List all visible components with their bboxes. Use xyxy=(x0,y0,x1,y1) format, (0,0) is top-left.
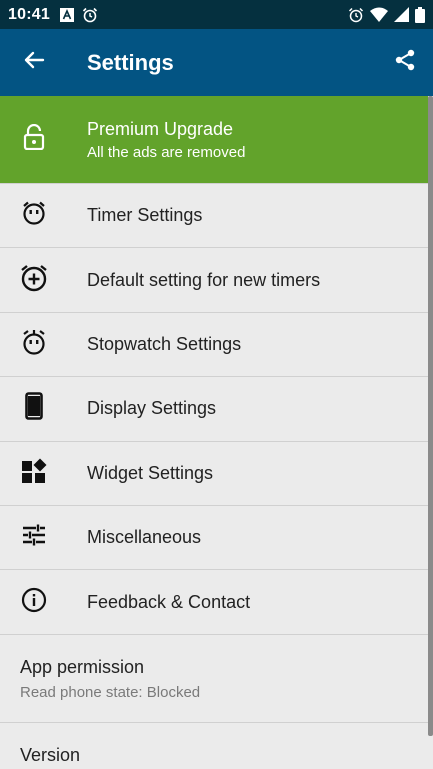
a-box-icon xyxy=(59,7,74,22)
menu-item-stopwatch-settings[interactable]: Stopwatch Settings xyxy=(0,311,428,376)
menu-item-label: Display Settings xyxy=(87,398,217,419)
permission-title: App permission xyxy=(20,656,145,677)
page-title: Settings xyxy=(87,49,174,75)
version-title: Version xyxy=(20,744,81,765)
widgets-icon xyxy=(21,458,47,489)
menu-item-label: Feedback & Contact xyxy=(87,591,251,612)
permission-subtitle: Read phone state: Blocked xyxy=(20,683,201,701)
menu-item-display-settings[interactable]: Display Settings xyxy=(0,376,428,440)
info-icon xyxy=(21,587,47,618)
arrow-left-icon xyxy=(23,49,45,76)
status-time: 10:41 xyxy=(8,5,50,23)
timer-face-icon xyxy=(21,200,47,231)
menu-item-label: Stopwatch Settings xyxy=(87,333,242,354)
stopwatch-face-icon xyxy=(21,328,47,361)
signal-icon xyxy=(394,7,409,22)
premium-title: Premium Upgrade xyxy=(87,118,234,139)
menu-item-miscellaneous[interactable]: Miscellaneous xyxy=(0,504,428,569)
premium-upgrade-item[interactable]: Premium Upgrade All the ads are removed xyxy=(0,96,428,183)
premium-subtitle: All the ads are removed xyxy=(87,143,246,161)
phone-icon xyxy=(25,392,43,425)
menu-item-default-timers[interactable]: Default setting for new timers xyxy=(0,247,428,311)
back-button[interactable] xyxy=(0,29,68,96)
alarm-icon xyxy=(348,7,364,23)
version-item[interactable]: Version xyxy=(0,721,428,769)
menu-item-feedback-contact[interactable]: Feedback & Contact xyxy=(0,569,428,633)
menu-item-label: Miscellaneous xyxy=(87,527,202,548)
app-permission-item[interactable]: App permission Read phone state: Blocked xyxy=(0,633,428,722)
status-bar: 10:41 xyxy=(0,0,433,29)
alarm-add-icon xyxy=(19,263,49,298)
menu-item-label: Default setting for new timers xyxy=(87,269,321,290)
share-icon xyxy=(393,48,417,77)
menu-item-timer-settings[interactable]: Timer Settings xyxy=(0,183,428,247)
menu-item-label: Widget Settings xyxy=(87,462,214,483)
lock-open-icon xyxy=(22,123,46,155)
share-button[interactable] xyxy=(377,29,433,96)
alarm-clock-icon xyxy=(82,7,98,23)
menu-item-widget-settings[interactable]: Widget Settings xyxy=(0,440,428,505)
menu-item-label: Timer Settings xyxy=(87,205,203,226)
settings-list: Premium Upgrade All the ads are removed … xyxy=(0,96,428,769)
battery-icon xyxy=(415,6,425,23)
scrollbar[interactable] xyxy=(428,96,433,736)
app-bar: Settings xyxy=(0,29,433,96)
tune-icon xyxy=(22,523,46,552)
wifi-icon xyxy=(370,7,388,22)
